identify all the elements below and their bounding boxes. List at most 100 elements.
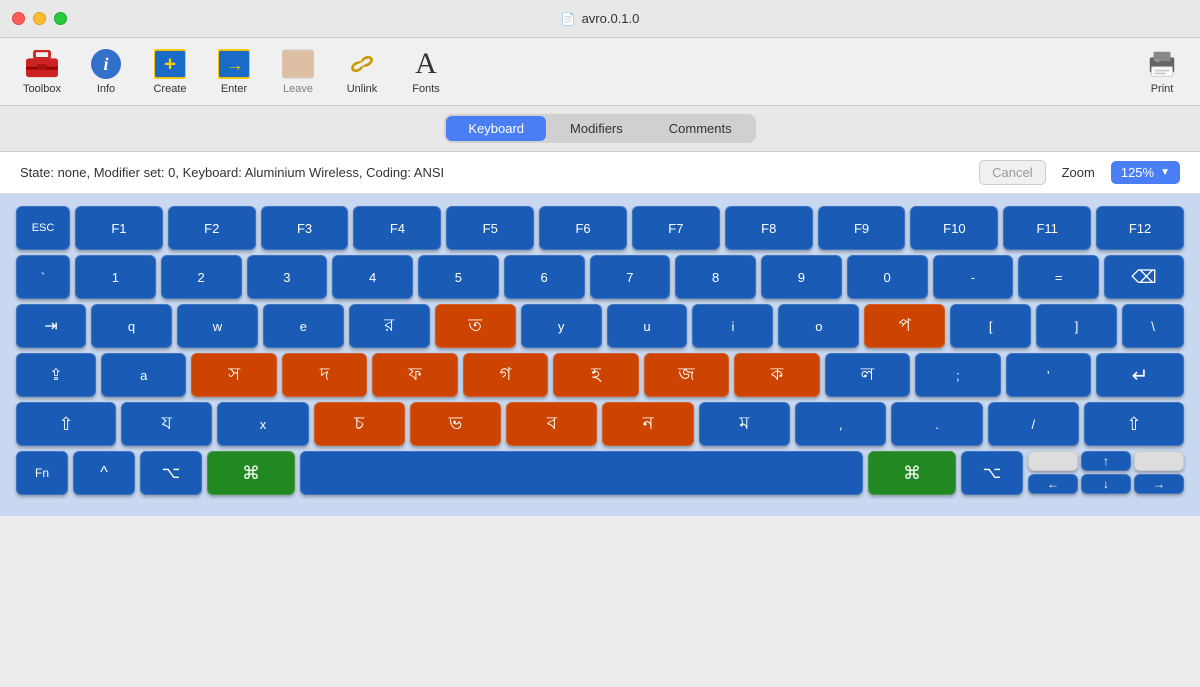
key-l[interactable]: ল xyxy=(825,353,910,397)
toolbar-item-unlink[interactable]: Unlink xyxy=(332,44,392,99)
zoom-select[interactable]: 125% ▼ xyxy=(1111,161,1180,184)
key-e[interactable]: e xyxy=(263,304,344,348)
create-label: Create xyxy=(153,83,186,95)
key-o[interactable]: o xyxy=(778,304,859,348)
key-t[interactable]: ত xyxy=(435,304,516,348)
key-f6[interactable]: F6 xyxy=(539,206,627,250)
minimize-button[interactable] xyxy=(33,12,46,25)
key-esc[interactable]: ESC xyxy=(16,206,70,250)
maximize-button[interactable] xyxy=(54,12,67,25)
key-space[interactable] xyxy=(300,451,863,495)
key-quote[interactable]: ' xyxy=(1006,353,1091,397)
key-alt-right[interactable]: ⌥ xyxy=(961,451,1023,495)
key-2[interactable]: 2 xyxy=(161,255,242,299)
key-f10[interactable]: F10 xyxy=(910,206,998,250)
key-7[interactable]: 7 xyxy=(590,255,671,299)
key-f8[interactable]: F8 xyxy=(725,206,813,250)
key-f4[interactable]: F4 xyxy=(353,206,441,250)
key-s[interactable]: স xyxy=(191,353,276,397)
toolbar-item-print[interactable]: Print xyxy=(1136,44,1188,99)
key-caps-lock[interactable]: ⇪ xyxy=(16,353,96,397)
key-close-bracket[interactable]: ] xyxy=(1036,304,1117,348)
key-u[interactable]: u xyxy=(607,304,688,348)
key-b[interactable]: ব xyxy=(506,402,597,446)
key-5[interactable]: 5 xyxy=(418,255,499,299)
document-icon: 📄 xyxy=(561,12,576,26)
zoom-value: 125% xyxy=(1121,165,1154,180)
key-6[interactable]: 6 xyxy=(504,255,585,299)
toolbox-label: Toolbox xyxy=(23,83,61,95)
key-cmd-left[interactable]: ⌘ xyxy=(207,451,295,495)
key-down[interactable]: ↓ xyxy=(1081,474,1131,494)
key-j[interactable]: জ xyxy=(644,353,729,397)
key-period[interactable]: . xyxy=(891,402,982,446)
key-f7[interactable]: F7 xyxy=(632,206,720,250)
toolbar-item-leave[interactable]: Leave xyxy=(268,44,328,99)
key-y[interactable]: y xyxy=(521,304,602,348)
home-key-row: ⇪ a স দ ফ গ হ জ ক ল ; ' ↵ xyxy=(16,353,1184,397)
key-g[interactable]: গ xyxy=(463,353,548,397)
key-cmd-right[interactable]: ⌘ xyxy=(868,451,956,495)
key-9[interactable]: 9 xyxy=(761,255,842,299)
key-f2[interactable]: F2 xyxy=(168,206,256,250)
key-q[interactable]: q xyxy=(91,304,172,348)
key-d[interactable]: দ xyxy=(282,353,367,397)
key-equals[interactable]: = xyxy=(1018,255,1099,299)
key-4[interactable]: 4 xyxy=(332,255,413,299)
key-shift-right[interactable]: ⇧ xyxy=(1084,402,1184,446)
window-title: 📄 avro.0.1.0 xyxy=(561,11,640,26)
key-w[interactable]: w xyxy=(177,304,258,348)
key-enter[interactable]: ↵ xyxy=(1096,353,1184,397)
key-f1[interactable]: F1 xyxy=(75,206,163,250)
key-v[interactable]: ভ xyxy=(410,402,501,446)
key-r[interactable]: র xyxy=(349,304,430,348)
key-fn[interactable]: Fn xyxy=(16,451,68,495)
tab-modifiers[interactable]: Modifiers xyxy=(548,116,645,141)
key-up[interactable]: ↑ xyxy=(1081,451,1131,471)
key-8[interactable]: 8 xyxy=(675,255,756,299)
key-p[interactable]: প xyxy=(864,304,945,348)
key-m[interactable]: ম xyxy=(699,402,790,446)
key-i[interactable]: i xyxy=(692,304,773,348)
key-alt-left[interactable]: ⌥ xyxy=(140,451,202,495)
key-f[interactable]: ফ xyxy=(372,353,457,397)
key-semicolon[interactable]: ; xyxy=(915,353,1000,397)
key-shift-left[interactable]: ⇧ xyxy=(16,402,116,446)
toolbar-item-toolbox[interactable]: Toolbox xyxy=(12,44,72,99)
key-left[interactable]: ← xyxy=(1028,474,1078,494)
key-minus[interactable]: - xyxy=(933,255,1014,299)
toolbar-item-info[interactable]: i Info xyxy=(76,44,136,99)
tab-comments[interactable]: Comments xyxy=(647,116,754,141)
key-comma[interactable]: , xyxy=(795,402,886,446)
key-right[interactable]: → xyxy=(1134,474,1184,494)
key-k[interactable]: ক xyxy=(734,353,819,397)
key-z[interactable]: য xyxy=(121,402,212,446)
key-x[interactable]: x xyxy=(217,402,308,446)
tab-keyboard[interactable]: Keyboard xyxy=(446,116,546,141)
toolbar-item-create[interactable]: + Create xyxy=(140,44,200,99)
key-1[interactable]: 1 xyxy=(75,255,156,299)
toolbar-item-enter[interactable]: → Enter xyxy=(204,44,264,99)
key-f5[interactable]: F5 xyxy=(446,206,534,250)
key-backtick[interactable]: ` xyxy=(16,255,70,299)
key-f3[interactable]: F3 xyxy=(261,206,349,250)
key-0[interactable]: 0 xyxy=(847,255,928,299)
key-a[interactable]: a xyxy=(101,353,186,397)
key-3[interactable]: 3 xyxy=(247,255,328,299)
info-icon: i xyxy=(90,48,122,80)
close-button[interactable] xyxy=(12,12,25,25)
key-h[interactable]: হ xyxy=(553,353,638,397)
key-control[interactable]: ^ xyxy=(73,451,135,495)
key-c[interactable]: চ xyxy=(314,402,405,446)
key-tab[interactable]: ⇥ xyxy=(16,304,86,348)
key-backspace[interactable]: ⌫ xyxy=(1104,255,1184,299)
key-slash[interactable]: / xyxy=(988,402,1079,446)
key-f12[interactable]: F12 xyxy=(1096,206,1184,250)
key-backslash[interactable]: \ xyxy=(1122,304,1184,348)
cancel-button[interactable]: Cancel xyxy=(979,160,1045,185)
key-n[interactable]: ন xyxy=(602,402,693,446)
key-f11[interactable]: F11 xyxy=(1003,206,1091,250)
key-open-bracket[interactable]: [ xyxy=(950,304,1031,348)
key-f9[interactable]: F9 xyxy=(818,206,906,250)
toolbar-item-fonts[interactable]: A Fonts xyxy=(396,44,456,99)
